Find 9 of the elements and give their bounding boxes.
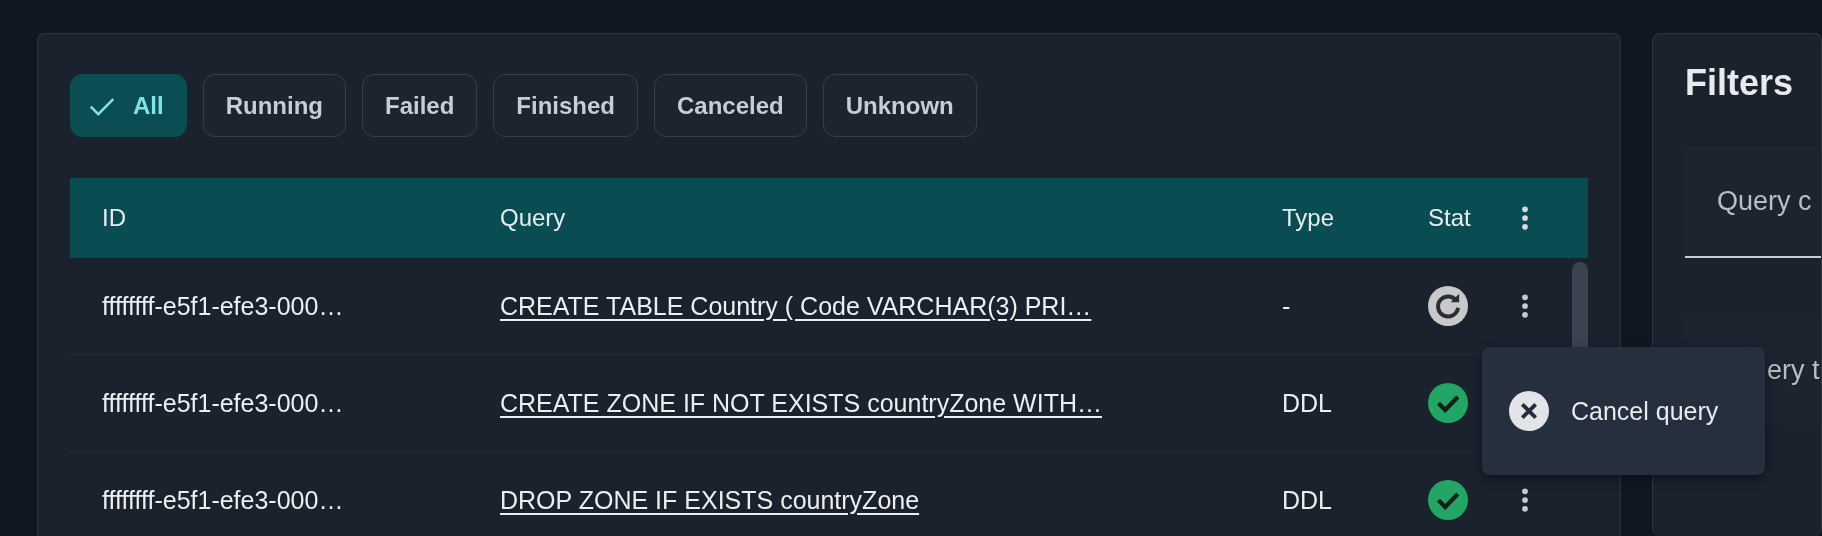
table-cell-text: DDL — [1281, 485, 1333, 515]
table-cell-text: DDL — [1281, 388, 1333, 418]
field-label: ery t — [1767, 354, 1820, 386]
table-cell-text: - — [1281, 291, 1292, 321]
table-cell-text: ffffffff-e5f1-efe3-000… — [101, 388, 345, 418]
table-cell-text: ffffffff-e5f1-efe3-000… — [101, 485, 345, 515]
table-cell-text: ffffffff-e5f1-efe3-000… — [101, 291, 345, 321]
field-label: Query c — [1717, 185, 1812, 217]
panel-title: Filters — [1685, 62, 1795, 104]
